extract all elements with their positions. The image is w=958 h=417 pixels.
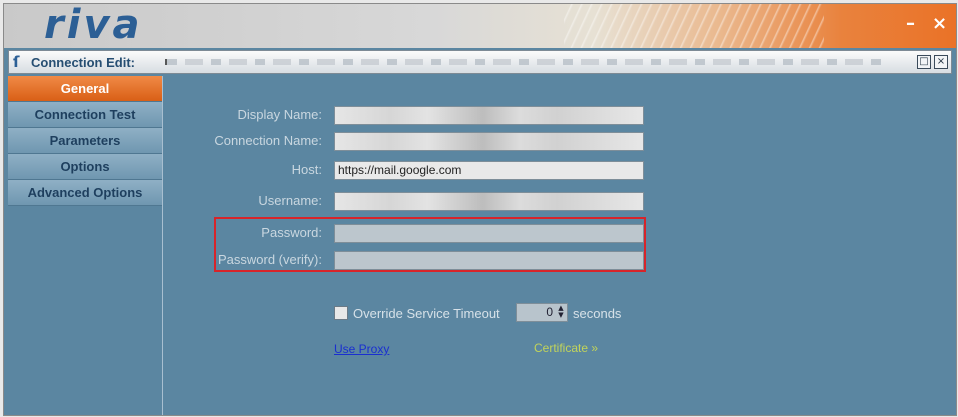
connection-edit-titlebar: ſ Connection Edit: □ ×	[8, 50, 952, 74]
minimize-icon[interactable]: –	[906, 13, 915, 34]
sidebar-item-options[interactable]: Options	[8, 154, 162, 180]
connection-name-label: Connection Name:	[214, 133, 322, 148]
stepper-arrows-icon[interactable]: ▲ ▼	[556, 305, 566, 320]
username-label: Username:	[258, 193, 322, 208]
display-name-label: Display Name:	[237, 107, 322, 122]
connection-name-input[interactable]	[334, 132, 644, 151]
host-input[interactable]: https://mail.google.com	[334, 161, 644, 180]
sidebar-item-general[interactable]: General	[8, 76, 162, 102]
password-verify-input[interactable]	[334, 251, 644, 270]
sidebar-item-advanced-options[interactable]: Advanced Options	[8, 180, 162, 206]
close-window-icon[interactable]: ×	[934, 55, 948, 69]
password-input[interactable]	[334, 224, 644, 243]
window-title: Connection Edit:	[31, 55, 135, 70]
host-label: Host:	[291, 162, 322, 177]
app-window: riva – × ſ Connection Edit: □ × General …	[3, 3, 957, 416]
restore-icon[interactable]: □	[917, 55, 931, 69]
password-verify-label: Password (verify):	[217, 252, 322, 267]
password-label: Password:	[261, 225, 322, 240]
username-input[interactable]	[334, 192, 644, 211]
timeout-unit-label: seconds	[573, 306, 622, 321]
app-banner: riva – ×	[4, 4, 956, 48]
banner-decoration	[564, 4, 824, 48]
override-timeout-checkbox[interactable]	[334, 306, 348, 320]
override-timeout-label: Override Service Timeout	[353, 306, 500, 321]
use-proxy-link[interactable]: Use Proxy	[334, 342, 389, 356]
display-name-input[interactable]	[334, 106, 644, 125]
redacted-title-text	[165, 59, 887, 65]
riva-app-icon: ſ	[13, 53, 20, 71]
sidebar: General Connection Test Parameters Optio…	[8, 76, 163, 415]
certificate-link[interactable]: Certificate »	[534, 341, 598, 355]
close-icon[interactable]: ×	[932, 13, 947, 34]
riva-logo: riva	[44, 4, 143, 48]
sidebar-item-connection-test[interactable]: Connection Test	[8, 102, 162, 128]
sidebar-item-parameters[interactable]: Parameters	[8, 128, 162, 154]
